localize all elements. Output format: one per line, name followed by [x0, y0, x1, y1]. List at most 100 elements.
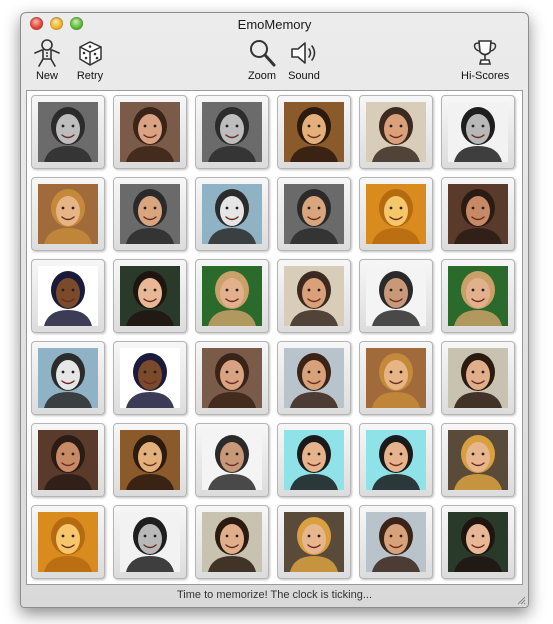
memory-card[interactable]: [277, 95, 351, 169]
memory-card[interactable]: [113, 505, 187, 579]
memory-card[interactable]: [441, 177, 515, 251]
speaker-icon: [291, 42, 316, 64]
gingerbread-icon: [34, 39, 60, 67]
memory-card[interactable]: [359, 95, 433, 169]
memory-card[interactable]: [31, 177, 105, 251]
face-photo: [366, 266, 426, 326]
status-bar: Time to memorize! The clock is ticking..…: [21, 586, 528, 606]
memory-card[interactable]: [441, 341, 515, 415]
yellow-tint-woman-portrait: [366, 184, 426, 244]
memory-card[interactable]: [359, 177, 433, 251]
memory-card[interactable]: [113, 423, 187, 497]
memory-card[interactable]: [277, 177, 351, 251]
memory-card[interactable]: [195, 259, 269, 333]
face-photo: [366, 430, 426, 490]
new-button[interactable]: New: [31, 37, 63, 82]
memory-card[interactable]: [31, 341, 105, 415]
face-photo: [448, 512, 508, 572]
face-photo: [284, 348, 344, 408]
profile-woman-cyan-portrait: [366, 430, 426, 490]
memory-card[interactable]: [441, 423, 515, 497]
memory-card[interactable]: [31, 423, 105, 497]
memory-card[interactable]: [277, 341, 351, 415]
zoom-label: Zoom: [247, 70, 277, 82]
face-photo: [38, 512, 98, 572]
magnifier-icon: [250, 40, 276, 67]
memory-card[interactable]: [195, 177, 269, 251]
yellow-tint-woman-portrait: [38, 512, 98, 572]
memory-card[interactable]: [31, 259, 105, 333]
gray-long-hair-woman-portrait: [202, 102, 262, 162]
title-bar[interactable]: EmoMemory: [21, 13, 528, 35]
resize-grip-icon[interactable]: [516, 595, 526, 605]
face-photo: [38, 430, 98, 490]
memory-card[interactable]: [277, 505, 351, 579]
bald-man-newspaper-portrait: [284, 266, 344, 326]
face-photo: [38, 102, 98, 162]
face-photo: [366, 512, 426, 572]
retry-button[interactable]: Retry: [74, 37, 106, 82]
face-photo: [202, 512, 262, 572]
memory-card[interactable]: [441, 505, 515, 579]
man-sunglasses-portrait: [284, 184, 344, 244]
gray-long-hair-woman-portrait: [38, 102, 98, 162]
face-photo: [448, 102, 508, 162]
memory-card[interactable]: [113, 177, 187, 251]
status-text: Time to memorize! The clock is ticking..…: [177, 589, 372, 601]
trophy-icon: [473, 40, 497, 65]
memory-card[interactable]: [113, 341, 187, 415]
memory-card[interactable]: [359, 505, 433, 579]
laughing-man-phone-portrait: [202, 430, 262, 490]
memory-card[interactable]: [113, 95, 187, 169]
sound-button[interactable]: Sound: [288, 37, 320, 82]
blond-man-smile-portrait: [448, 266, 508, 326]
memory-card[interactable]: [195, 95, 269, 169]
face-photo: [120, 512, 180, 572]
app-window: EmoMemory New Retry Zoom Sound Hi-Scores…: [20, 12, 529, 608]
face-photo: [120, 430, 180, 490]
face-photo: [448, 184, 508, 244]
memory-card[interactable]: [195, 505, 269, 579]
memory-card[interactable]: [31, 505, 105, 579]
laughing-man-phone-portrait: [366, 266, 426, 326]
brunette-waving-portrait: [448, 348, 508, 408]
zoom-button[interactable]: Zoom: [246, 37, 278, 82]
clown-guitar-portrait: [202, 184, 262, 244]
memory-card[interactable]: [359, 423, 433, 497]
straw-hat-woman-portrait: [284, 512, 344, 572]
memory-card[interactable]: [277, 259, 351, 333]
face-photo: [38, 348, 98, 408]
brunette-woman-smile-portrait: [120, 266, 180, 326]
clown-guitar-portrait: [38, 348, 98, 408]
window-title: EmoMemory: [237, 17, 312, 32]
man-sunglasses-portrait: [120, 184, 180, 244]
memory-card[interactable]: [195, 423, 269, 497]
memory-card[interactable]: [441, 95, 515, 169]
memory-card[interactable]: [277, 423, 351, 497]
blond-man-smile-portrait: [202, 266, 262, 326]
memory-card[interactable]: [441, 259, 515, 333]
face-photo: [284, 266, 344, 326]
face-photo: [448, 266, 508, 326]
card-grid: [26, 90, 523, 585]
memory-card[interactable]: [31, 95, 105, 169]
blonde-curly-woman-portrait: [38, 184, 98, 244]
dreadlocks-man-portrait: [38, 266, 98, 326]
face-photo: [284, 430, 344, 490]
face-photo: [38, 184, 98, 244]
bw-man-white-portrait: [120, 512, 180, 572]
face-photo: [202, 266, 262, 326]
bald-man-newspaper-portrait: [366, 102, 426, 162]
face-photo: [120, 102, 180, 162]
brunette-waving-portrait: [202, 512, 262, 572]
face-photo: [120, 348, 180, 408]
memory-card[interactable]: [113, 259, 187, 333]
memory-card[interactable]: [195, 341, 269, 415]
smiling-woman-dark-hair-portrait: [284, 102, 344, 162]
bald-man-grimace-portrait: [448, 184, 508, 244]
face-photo: [366, 102, 426, 162]
memory-card[interactable]: [359, 259, 433, 333]
retry-label: Retry: [76, 70, 104, 82]
memory-card[interactable]: [359, 341, 433, 415]
hiscores-button[interactable]: Hi-Scores: [461, 37, 509, 82]
